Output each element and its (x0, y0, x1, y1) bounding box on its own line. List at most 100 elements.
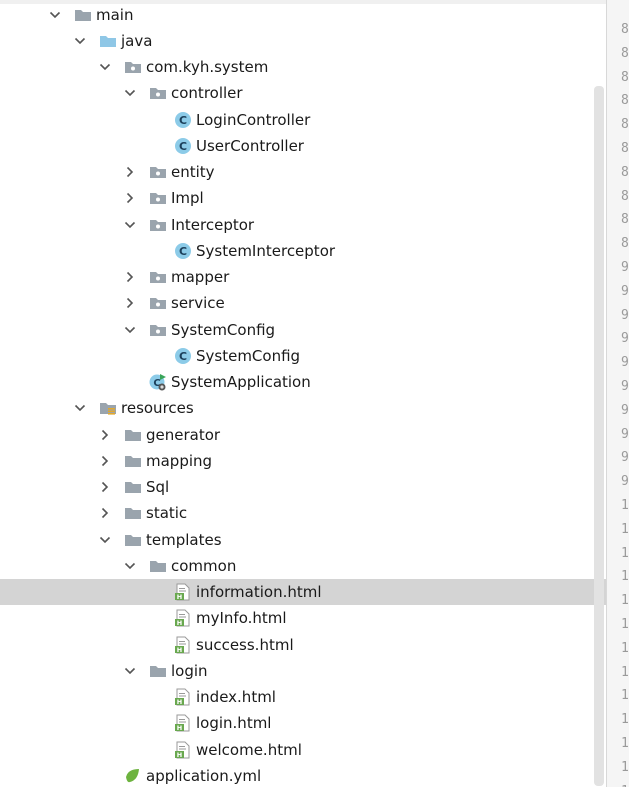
tree-item-label: index.html (196, 688, 276, 706)
tree-item[interactable]: Impl (0, 185, 606, 211)
tree-item-label: success.html (196, 636, 294, 654)
tree-item-label: mapping (146, 452, 213, 470)
tree-item[interactable]: login (0, 658, 606, 684)
tree-item[interactable]: Sql (0, 474, 606, 500)
tree-item[interactable]: C SystemInterceptor (0, 238, 606, 264)
tree-item-label: controller (171, 84, 243, 102)
chevron-right-icon[interactable] (98, 454, 112, 468)
line-number: 9 (621, 260, 629, 275)
package-icon (149, 189, 167, 207)
chevron-down-icon[interactable] (73, 34, 87, 48)
tree-item[interactable]: mapper (0, 264, 606, 290)
chevron-right-icon[interactable] (123, 270, 137, 284)
tree-item[interactable]: generator (0, 422, 606, 448)
folder-icon (124, 452, 142, 470)
tree-item[interactable]: C LoginController (0, 107, 606, 133)
line-number: 10 (621, 712, 629, 728)
svg-text:H: H (177, 724, 182, 732)
tree-item[interactable]: com.kyh.system (0, 54, 606, 80)
html-file-icon: H (174, 688, 192, 706)
tree-item-label: welcome.html (196, 741, 302, 759)
line-number: 8 (621, 188, 629, 204)
tree-item[interactable]: Hinformation.html (0, 579, 606, 605)
tree-item-label: com.kyh.system (146, 58, 269, 76)
chevron-down-icon[interactable] (48, 8, 62, 22)
package-icon (149, 84, 167, 102)
chevron-right-icon[interactable] (123, 191, 137, 205)
tree-item[interactable]: Hsuccess.html (0, 632, 606, 658)
tree-item[interactable]: java (0, 28, 606, 54)
chevron-right-icon[interactable] (98, 506, 112, 520)
java-class-icon: C (174, 347, 192, 365)
tree-item-label: SystemConfig (171, 321, 276, 339)
line-number: 10 (621, 545, 629, 561)
chevron-down-icon[interactable] (98, 60, 112, 74)
tree-item[interactable]: templates (0, 527, 606, 553)
tree-item[interactable]: common (0, 553, 606, 579)
chevron-down-icon[interactable] (123, 323, 137, 337)
chevron-down-icon[interactable] (98, 533, 112, 547)
project-tree[interactable]: main java com.kyh.system controller C LoginCo… (0, 0, 606, 787)
tree-item[interactable]: SystemConfig (0, 317, 606, 343)
svg-text:H: H (177, 619, 182, 627)
tree-item[interactable]: entity (0, 159, 606, 185)
tree-item[interactable]: C SystemApplication (0, 369, 606, 395)
tree-item-label: templates (146, 531, 222, 549)
tree-item[interactable]: resources (0, 395, 606, 421)
folder-icon (124, 426, 142, 444)
svg-text:H: H (177, 751, 182, 759)
chevron-right-icon[interactable] (123, 165, 137, 179)
tree-item-label: SystemApplication (171, 373, 311, 391)
chevron-right-icon[interactable] (98, 480, 112, 494)
tree-scrollbar[interactable] (594, 86, 604, 786)
tree-item-label: java (121, 32, 153, 50)
chevron-down-icon[interactable] (123, 559, 137, 573)
tree-item[interactable]: static (0, 500, 606, 526)
chevron-down-icon[interactable] (123, 218, 137, 232)
tree-item-label: Interceptor (171, 216, 255, 234)
chevron-down-icon[interactable] (73, 401, 87, 415)
tree-item-label: login (171, 662, 208, 680)
tree-item[interactable]: Interceptor (0, 212, 606, 238)
line-number: 8 (621, 22, 629, 37)
resources-folder-icon (99, 399, 117, 417)
tree-item-label: main (96, 6, 134, 24)
line-number: 10 (621, 688, 629, 704)
line-number: 8 (621, 93, 629, 109)
line-number: 8 (621, 69, 629, 85)
folder-icon (149, 662, 167, 680)
line-number: 10 (621, 617, 629, 632)
tree-item[interactable]: main (0, 2, 606, 28)
chevron-down-icon[interactable] (123, 86, 137, 100)
package-icon (149, 294, 167, 312)
line-number: 10 (621, 664, 629, 680)
tree-item[interactable]: HmyInfo.html (0, 605, 606, 631)
tree-item[interactable]: Hwelcome.html (0, 737, 606, 763)
package-icon (149, 216, 167, 234)
tree-item[interactable]: Hindex.html (0, 684, 606, 710)
tree-item-label: login.html (196, 714, 272, 732)
folder-icon (149, 557, 167, 575)
tree-item-label: SystemInterceptor (196, 242, 336, 260)
folder-icon (124, 478, 142, 496)
tree-item[interactable]: C UserController (0, 133, 606, 159)
line-number: 8 (621, 141, 629, 156)
tree-item[interactable]: C SystemConfig (0, 343, 606, 369)
tree-item[interactable]: controller (0, 80, 606, 106)
line-number: 8 (621, 45, 629, 61)
source-folder-icon (99, 32, 117, 50)
tree-item[interactable]: service (0, 290, 606, 316)
folder-icon (124, 504, 142, 522)
tree-item-label: mapper (171, 268, 230, 286)
tree-item[interactable]: Hlogin.html (0, 710, 606, 736)
chevron-right-icon[interactable] (98, 428, 112, 442)
chevron-down-icon[interactable] (123, 664, 137, 678)
line-number: 8 (621, 164, 629, 180)
tree-item[interactable]: mapping (0, 448, 606, 474)
html-file-icon: H (174, 583, 192, 601)
tree-item[interactable]: application.yml (0, 763, 606, 787)
line-number: 9 (621, 379, 629, 394)
tree-item-label: myInfo.html (196, 609, 287, 627)
chevron-right-icon[interactable] (123, 296, 137, 310)
svg-text:H: H (177, 698, 182, 706)
